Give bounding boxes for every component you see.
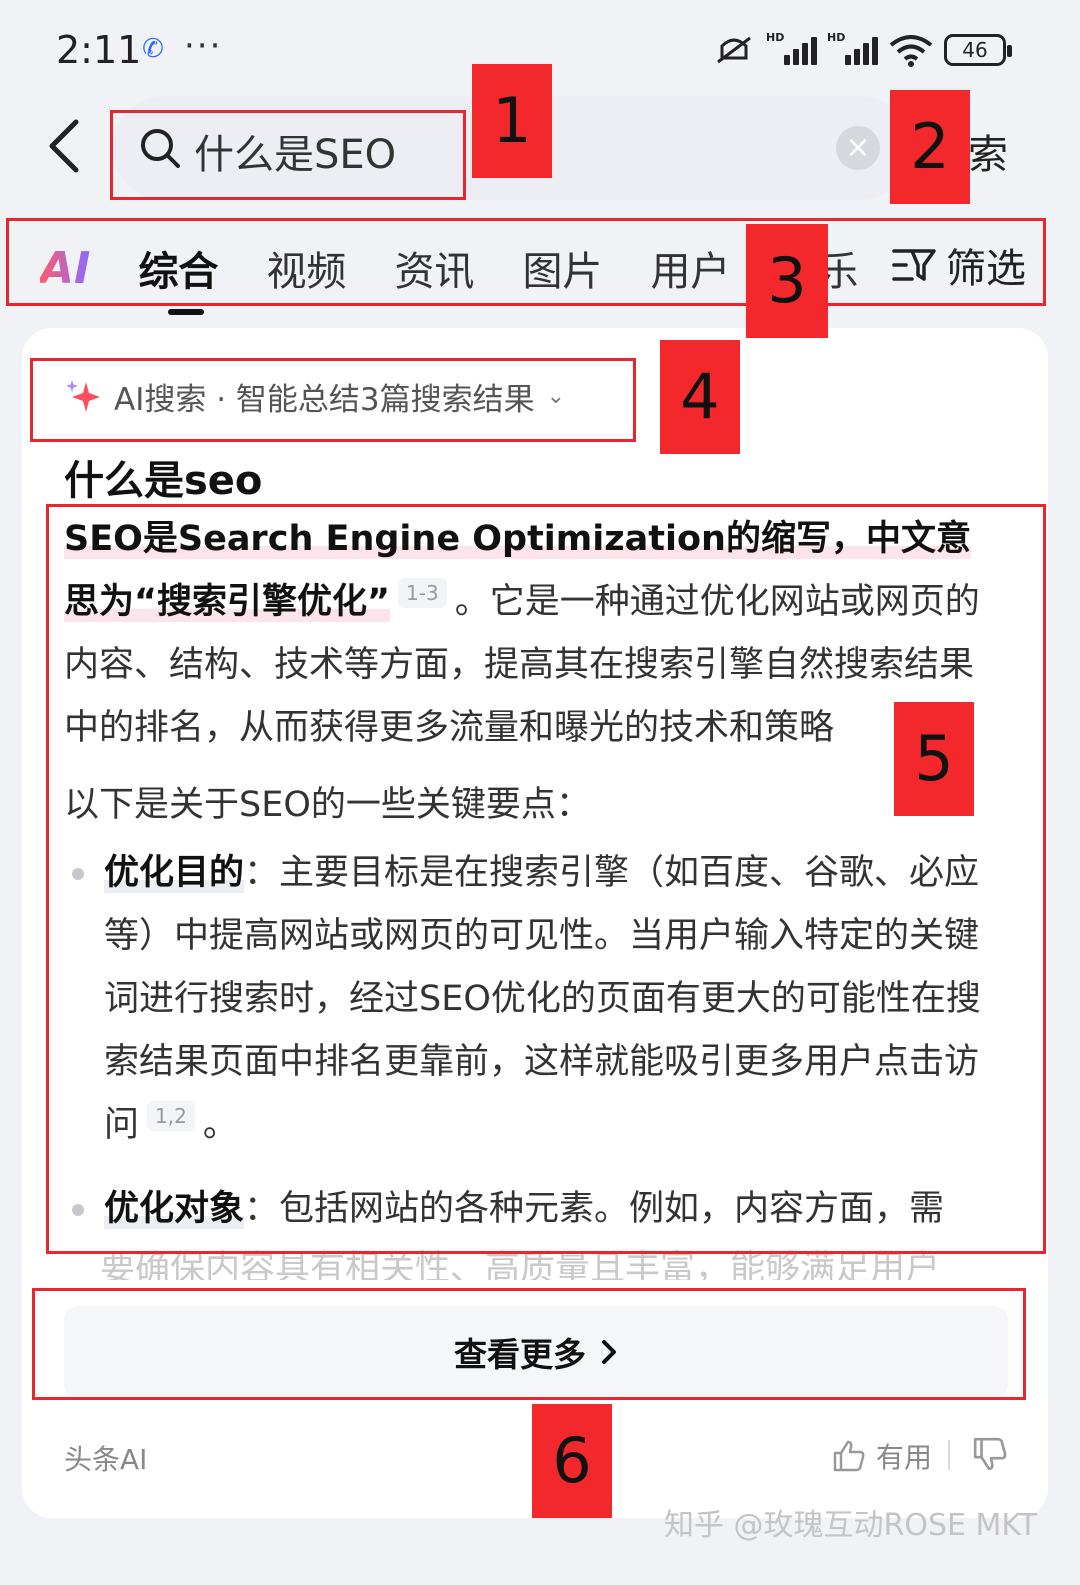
- annotation-box: [32, 1288, 1026, 1400]
- signal-icon: HD: [827, 31, 878, 65]
- annotation-number: 2: [890, 90, 970, 204]
- watermark: 知乎 @玫瑰互动ROSE MKT: [664, 1508, 1038, 1543]
- back-icon[interactable]: [44, 116, 84, 176]
- thumbs-up-icon: [833, 1440, 865, 1472]
- wifi-icon: [889, 35, 933, 67]
- annotation-box: [6, 218, 1046, 306]
- status-time: 2:11: [56, 28, 142, 72]
- annotation-number: 1: [472, 64, 552, 178]
- useful-button[interactable]: 有用: [832, 1436, 932, 1476]
- annotation-box: [30, 358, 636, 442]
- status-icons: HD HD 46: [712, 30, 1012, 70]
- useful-label: 有用: [876, 1441, 933, 1474]
- annotation-number: 5: [894, 702, 974, 816]
- app-notification-icon: ✆: [142, 34, 164, 64]
- annotation-number: 3: [746, 224, 828, 338]
- source-label: 头条AI: [64, 1443, 148, 1476]
- answer-title: 什么是seo: [64, 458, 263, 504]
- annotation-number: 4: [660, 340, 740, 454]
- clear-icon[interactable]: ×: [836, 126, 880, 170]
- signal-icon: HD: [766, 31, 817, 65]
- annotation-box: [110, 110, 466, 200]
- annotation-box: [46, 504, 1046, 1254]
- more-notifications-icon: ···: [184, 26, 223, 66]
- battery-icon: 46: [944, 34, 1012, 66]
- thumbs-down-icon[interactable]: [972, 1436, 1008, 1472]
- annotation-number: 6: [532, 1404, 612, 1518]
- divider: [948, 1440, 950, 1470]
- mute-icon: [717, 36, 751, 64]
